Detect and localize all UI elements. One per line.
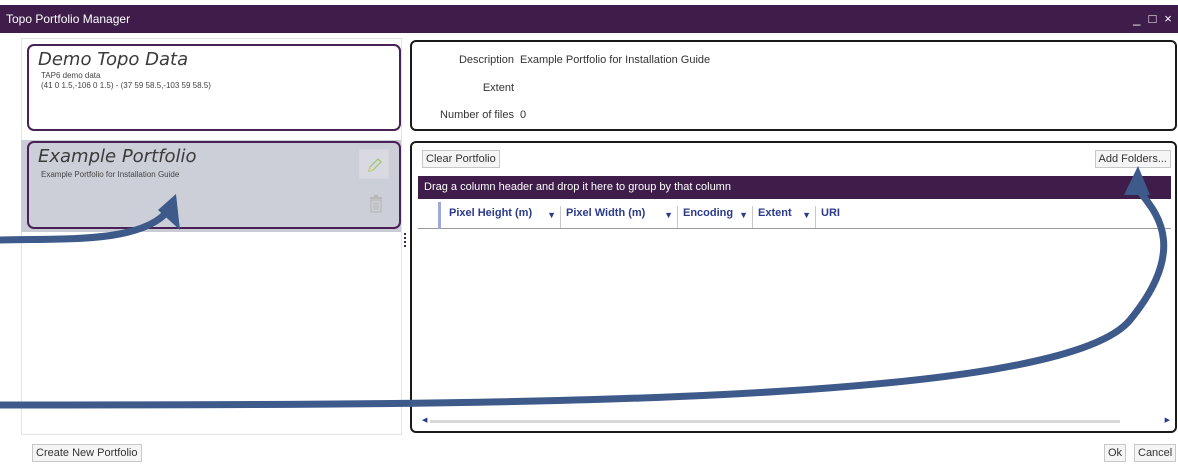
extent-label: Extent (482, 82, 514, 94)
files-grid: Clear Portfolio Add Folders... Drag a co… (410, 141, 1177, 433)
horizontal-scrollbar[interactable]: ◀ ▶ (422, 416, 1170, 426)
create-portfolio-button[interactable]: Create New Portfolio (32, 444, 142, 462)
clear-portfolio-button[interactable]: Clear Portfolio (422, 150, 500, 168)
column-headers: Pixel Height (m) ▼ Pixel Width (m) ▼ Enc… (418, 199, 1171, 229)
portfolio-extent: (41 0 1.5,-106 0 1.5) - (37 59 58.5,-103… (41, 81, 211, 90)
column-pixel-height[interactable]: Pixel Height (m) ▼ (444, 206, 561, 228)
minimize-icon[interactable]: _ (1133, 11, 1143, 26)
extent-row: Extent (412, 82, 520, 94)
portfolio-card-example[interactable]: Example Portfolio Example Portfolio for … (27, 141, 401, 229)
row-indicator (438, 202, 441, 229)
description-row: Description Example Portfolio for Install… (412, 54, 710, 66)
trash-icon[interactable] (369, 195, 383, 213)
title-bar: Topo Portfolio Manager _ □ × (0, 5, 1178, 33)
scroll-left-icon[interactable]: ◀ (422, 416, 427, 424)
funnel-icon[interactable]: ▼ (547, 208, 556, 223)
funnel-icon[interactable]: ▼ (664, 208, 673, 223)
funnel-icon[interactable]: ▼ (739, 208, 748, 223)
edit-portfolio-button[interactable] (359, 149, 389, 179)
column-label: Encoding (683, 207, 734, 219)
files-row: Number of files 0 (412, 109, 526, 121)
files-label: Number of files (440, 109, 514, 121)
portfolio-name: Demo Topo Data (38, 49, 189, 70)
portfolio-name: Example Portfolio (38, 146, 197, 167)
column-label: Pixel Height (m) (449, 207, 533, 219)
funnel-icon[interactable]: ▼ (802, 208, 811, 223)
scroll-right-icon[interactable]: ▶ (1165, 416, 1170, 424)
pencil-icon (368, 158, 382, 172)
column-uri[interactable]: URI (816, 206, 916, 228)
portfolio-details: Description Example Portfolio for Install… (410, 40, 1177, 131)
cancel-button[interactable]: Cancel (1134, 444, 1177, 462)
add-folders-button[interactable]: Add Folders... (1094, 150, 1171, 168)
group-by-panel[interactable]: Drag a column header and drop it here to… (418, 176, 1171, 199)
ok-button[interactable]: Ok (1104, 444, 1127, 462)
portfolio-card-demo[interactable]: Demo Topo Data TAP6 demo data (41 0 1.5,… (27, 44, 401, 131)
column-pixel-width[interactable]: Pixel Width (m) ▼ (561, 206, 678, 228)
column-label: URI (821, 207, 840, 219)
files-value: 0 (520, 109, 527, 121)
description-value: Example Portfolio for Installation Guide (520, 54, 711, 66)
column-extent[interactable]: Extent ▼ (753, 206, 816, 228)
panel-splitter[interactable] (404, 233, 407, 253)
column-encoding[interactable]: Encoding ▼ (678, 206, 753, 228)
close-icon[interactable]: × (1164, 11, 1174, 26)
portfolio-manager-window: Demo Topo Data TAP6 demo data (41 0 1.5,… (14, 33, 1178, 467)
scroll-track[interactable] (430, 420, 1120, 423)
portfolio-description: TAP6 demo data (41, 71, 101, 80)
description-label: Description (458, 54, 514, 66)
window-title: Topo Portfolio Manager (6, 12, 131, 26)
maximize-icon[interactable]: □ (1148, 11, 1158, 26)
column-label: Extent (758, 207, 792, 219)
column-label: Pixel Width (m) (566, 207, 646, 219)
portfolio-description: Example Portfolio for Installation Guide (41, 170, 180, 179)
window-controls: _ □ × (1133, 11, 1174, 26)
